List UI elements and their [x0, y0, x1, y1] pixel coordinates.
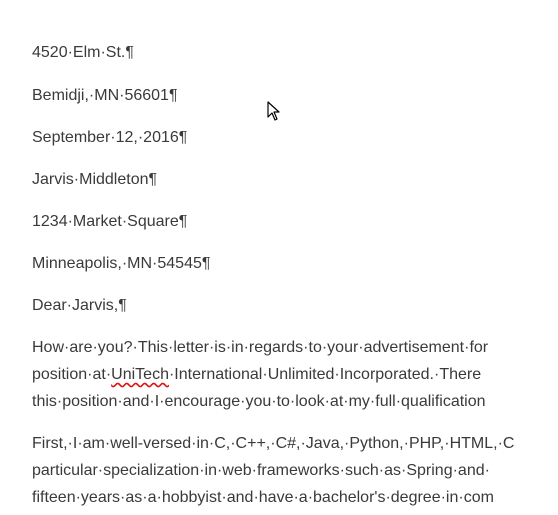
date-line[interactable]: September·12,·2016¶ [32, 129, 187, 147]
recipient-name-line[interactable]: Jarvis·Middleton¶ [32, 171, 157, 189]
sender-street-line[interactable]: 4520·Elm·St.¶ [32, 44, 134, 62]
recipient-street-line[interactable]: 1234·Market·Square¶ [32, 213, 187, 231]
paragraph-2-line-1[interactable]: First,·I·am·well-versed·in·C,·C++,·C#,·J… [32, 435, 514, 453]
misspelled-word[interactable]: UniTech [111, 366, 169, 383]
paragraph-2-line-3[interactable]: fifteen·years·as·a·hobbyist·and·have·a·b… [32, 489, 494, 507]
paragraph-2-line-2[interactable]: particular·specialization·in·web·framewo… [32, 462, 490, 480]
sender-city-line[interactable]: Bemidji,·MN·56601¶ [32, 87, 178, 105]
paragraph-1-line-3[interactable]: this·position·and·I·encourage·you·to·loo… [32, 393, 486, 411]
salutation-line[interactable]: Dear·Jarvis,¶ [32, 297, 127, 315]
paragraph-1-line-1[interactable]: How·are·you?·This·letter·is·in·regards·t… [32, 339, 488, 357]
paragraph-1-line-2-start: position·at· [32, 366, 112, 383]
recipient-city-line[interactable]: Minneapolis,·MN·54545¶ [32, 255, 210, 273]
mouse-pointer-icon [267, 101, 280, 121]
paragraph-1-line-2-end: ·International·Unlimited·Incorporated.·T… [168, 366, 482, 383]
paragraph-1-line-2[interactable]: position·at·UniTech·International·Unlimi… [32, 366, 481, 384]
